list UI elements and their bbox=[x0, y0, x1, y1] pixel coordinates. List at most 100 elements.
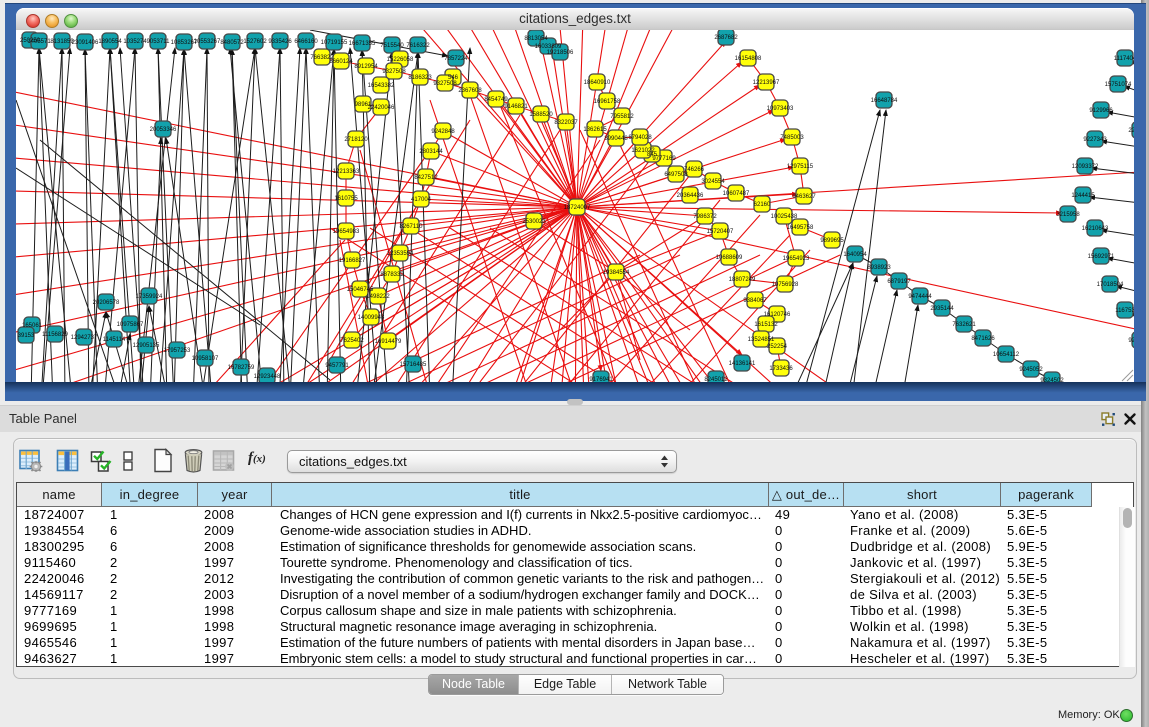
svg-text:15226058: 15226058 bbox=[387, 57, 414, 63]
svg-text:9053711: 9053711 bbox=[147, 39, 171, 45]
svg-text:9176941: 9176941 bbox=[589, 377, 613, 382]
svg-text:8267110: 8267110 bbox=[400, 224, 424, 230]
svg-text:10958107: 10958107 bbox=[192, 356, 219, 362]
svg-text:6879197: 6879197 bbox=[887, 279, 911, 285]
svg-text:9227343: 9227343 bbox=[1083, 137, 1107, 143]
svg-text:8912954: 8912954 bbox=[354, 64, 378, 70]
svg-text:12093372: 12093372 bbox=[1072, 164, 1099, 170]
svg-text:19654923: 19654923 bbox=[783, 256, 810, 262]
svg-text:1145114: 1145114 bbox=[103, 337, 126, 343]
svg-text:13524851: 13524851 bbox=[748, 337, 775, 343]
svg-text:8245012: 8245012 bbox=[704, 377, 728, 382]
svg-text:9384067: 9384067 bbox=[743, 298, 767, 304]
svg-text:16495758: 16495758 bbox=[787, 225, 814, 231]
svg-text:9335426: 9335426 bbox=[268, 39, 292, 45]
svg-text:8878332: 8878332 bbox=[380, 272, 404, 278]
svg-text:10688609: 10688609 bbox=[716, 255, 743, 261]
svg-text:252254: 252254 bbox=[767, 344, 788, 350]
svg-text:8471626: 8471626 bbox=[971, 336, 995, 342]
svg-text:15046745: 15046745 bbox=[347, 287, 374, 293]
svg-text:19166827: 19166827 bbox=[339, 258, 366, 264]
svg-text:6497508: 6497508 bbox=[664, 172, 688, 178]
svg-text:8990448: 8990448 bbox=[604, 136, 628, 142]
svg-text:8427512: 8427512 bbox=[414, 175, 438, 181]
svg-text:15716485: 15716485 bbox=[400, 362, 427, 368]
svg-text:1498222: 1498222 bbox=[366, 294, 390, 300]
svg-text:11156829: 11156829 bbox=[42, 332, 68, 338]
svg-text:19384554: 19384554 bbox=[603, 270, 630, 276]
svg-text:9245072: 9245072 bbox=[1128, 338, 1134, 344]
svg-text:1621022: 1621022 bbox=[631, 148, 655, 154]
svg-text:62160: 62160 bbox=[754, 202, 771, 208]
svg-text:7857224: 7857224 bbox=[444, 56, 468, 62]
svg-text:1610755: 1610755 bbox=[334, 196, 358, 202]
svg-text:8660124: 8660124 bbox=[329, 59, 353, 65]
svg-text:17018504: 17018504 bbox=[1097, 282, 1124, 288]
svg-text:9146821: 9146821 bbox=[504, 104, 528, 110]
svg-text:9242848: 9242848 bbox=[431, 129, 455, 135]
svg-text:7625402: 7625402 bbox=[340, 338, 364, 344]
svg-text:12942737: 12942737 bbox=[71, 335, 98, 341]
svg-text:18640910: 18640910 bbox=[584, 80, 611, 86]
svg-text:9474444: 9474444 bbox=[908, 294, 932, 300]
svg-text:8938923: 8938923 bbox=[867, 265, 891, 271]
svg-text:1117404: 1117404 bbox=[1114, 56, 1134, 62]
svg-text:12923448: 12923448 bbox=[254, 374, 281, 380]
svg-text:116753: 116753 bbox=[1115, 308, 1134, 314]
svg-text:19218506: 19218506 bbox=[547, 50, 574, 56]
svg-text:7515540: 7515540 bbox=[380, 43, 404, 49]
svg-text:15751074: 15751074 bbox=[1105, 82, 1132, 88]
svg-text:16543382: 16543382 bbox=[368, 83, 395, 89]
svg-text:20053346: 20053346 bbox=[150, 127, 177, 133]
svg-text:2367608: 2367608 bbox=[458, 88, 482, 94]
svg-text:15720407: 15720407 bbox=[707, 229, 734, 235]
svg-text:16961758: 16961758 bbox=[594, 99, 621, 105]
svg-text:1405571: 1405571 bbox=[27, 39, 51, 45]
svg-text:1527602: 1527602 bbox=[243, 39, 267, 45]
svg-text:18807249: 18807249 bbox=[729, 277, 756, 283]
svg-text:9245052: 9245052 bbox=[1019, 367, 1043, 373]
svg-text:2277404: 2277404 bbox=[1128, 128, 1134, 134]
svg-text:12975115: 12975115 bbox=[787, 164, 814, 170]
svg-text:12353594: 12353594 bbox=[387, 251, 414, 257]
svg-text:39153: 39153 bbox=[18, 333, 35, 339]
svg-text:22420046: 22420046 bbox=[368, 105, 395, 111]
svg-text:8454749: 8454749 bbox=[484, 97, 508, 103]
svg-text:7485003: 7485003 bbox=[780, 135, 804, 141]
svg-text:14009948: 14009948 bbox=[358, 315, 385, 321]
svg-text:10975867: 10975867 bbox=[117, 322, 144, 328]
svg-text:9463627: 9463627 bbox=[792, 194, 816, 200]
svg-text:9899695: 9899695 bbox=[820, 238, 844, 244]
svg-text:7955812: 7955812 bbox=[610, 114, 634, 120]
svg-text:1035274: 1035274 bbox=[123, 39, 147, 45]
svg-text:10654112: 10654112 bbox=[993, 352, 1020, 358]
svg-text:6466160: 6466160 bbox=[294, 39, 318, 45]
svg-text:12213967: 12213967 bbox=[753, 80, 780, 86]
svg-text:2935144: 2935144 bbox=[930, 306, 954, 312]
svg-text:9327508: 9327508 bbox=[382, 69, 406, 75]
svg-text:16210643: 16210643 bbox=[1082, 226, 1109, 232]
svg-text:10756928: 10756928 bbox=[772, 282, 799, 288]
svg-text:18724007: 18724007 bbox=[564, 205, 591, 211]
svg-text:16914479: 16914479 bbox=[375, 339, 402, 345]
svg-text:14136141: 14136141 bbox=[729, 361, 756, 367]
svg-text:1244415: 1244415 bbox=[1071, 193, 1095, 199]
svg-text:9457791: 9457791 bbox=[325, 363, 349, 369]
svg-text:1362615: 1362615 bbox=[583, 127, 607, 133]
svg-text:1733436: 1733436 bbox=[769, 366, 793, 372]
svg-text:417004: 417004 bbox=[411, 197, 432, 203]
svg-text:3215958: 3215958 bbox=[1056, 212, 1080, 218]
svg-text:7986372: 7986372 bbox=[693, 214, 717, 220]
svg-text:8322037: 8322037 bbox=[554, 120, 578, 126]
svg-text:17957253: 17957253 bbox=[164, 348, 191, 354]
svg-text:9129966: 9129966 bbox=[1089, 108, 1113, 114]
svg-text:7616322: 7616322 bbox=[406, 43, 430, 49]
svg-text:2718120: 2718120 bbox=[344, 137, 368, 143]
svg-text:12213363: 12213363 bbox=[333, 169, 360, 175]
svg-text:7632621: 7632621 bbox=[952, 322, 976, 328]
svg-text:23091406: 23091406 bbox=[72, 40, 99, 46]
svg-text:15692971: 15692971 bbox=[1088, 254, 1115, 260]
svg-text:16154808: 16154808 bbox=[735, 56, 762, 62]
svg-text:2687682: 2687682 bbox=[714, 35, 738, 41]
svg-text:10973403: 10973403 bbox=[767, 106, 794, 112]
